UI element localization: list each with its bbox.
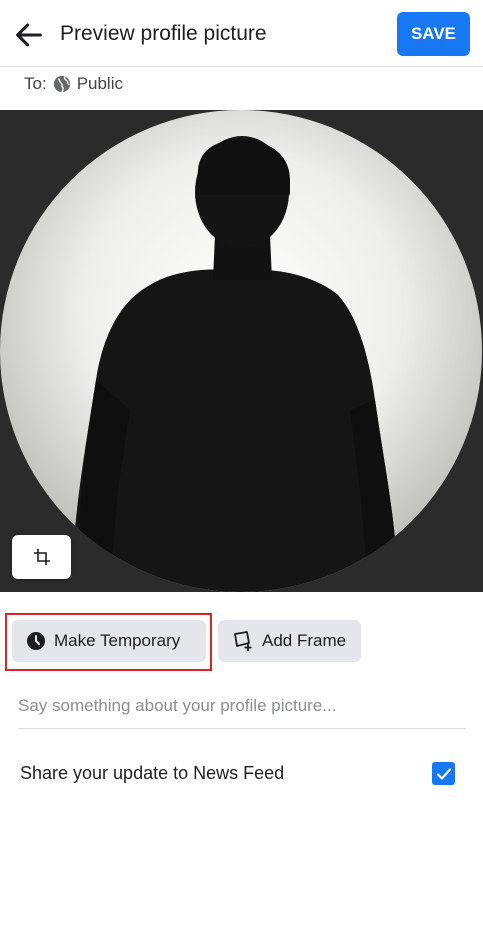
caption-input[interactable]: Say something about your profile picture…: [18, 696, 470, 716]
share-news-feed-checkbox[interactable]: [432, 762, 455, 785]
add-frame-label: Add Frame: [262, 631, 347, 650]
clock-icon: [27, 632, 45, 650]
make-temporary-button[interactable]: Make Temporary: [12, 620, 206, 662]
back-arrow-icon[interactable]: [12, 18, 46, 52]
share-news-feed-label: Share your update to News Feed: [20, 763, 285, 783]
audience-selector[interactable]: To: Public: [24, 74, 123, 94]
save-button[interactable]: SAVE: [397, 12, 470, 56]
audience-prefix: To:: [24, 74, 47, 93]
profile-photo-preview: [0, 110, 483, 592]
checkmark-icon: [436, 767, 451, 780]
caption-divider: [18, 728, 466, 729]
make-temporary-label: Make Temporary: [54, 631, 181, 650]
page-title: Preview profile picture: [60, 22, 267, 45]
audience-value: Public: [76, 74, 123, 93]
add-frame-button[interactable]: Add Frame: [218, 620, 361, 662]
crop-button[interactable]: [12, 535, 71, 579]
crop-icon: [33, 549, 50, 565]
profile-photo-image: [0, 110, 483, 592]
globe-icon: [53, 75, 70, 93]
frame-icon: [234, 631, 252, 651]
app-header: Preview profile picture SAVE: [0, 0, 483, 67]
